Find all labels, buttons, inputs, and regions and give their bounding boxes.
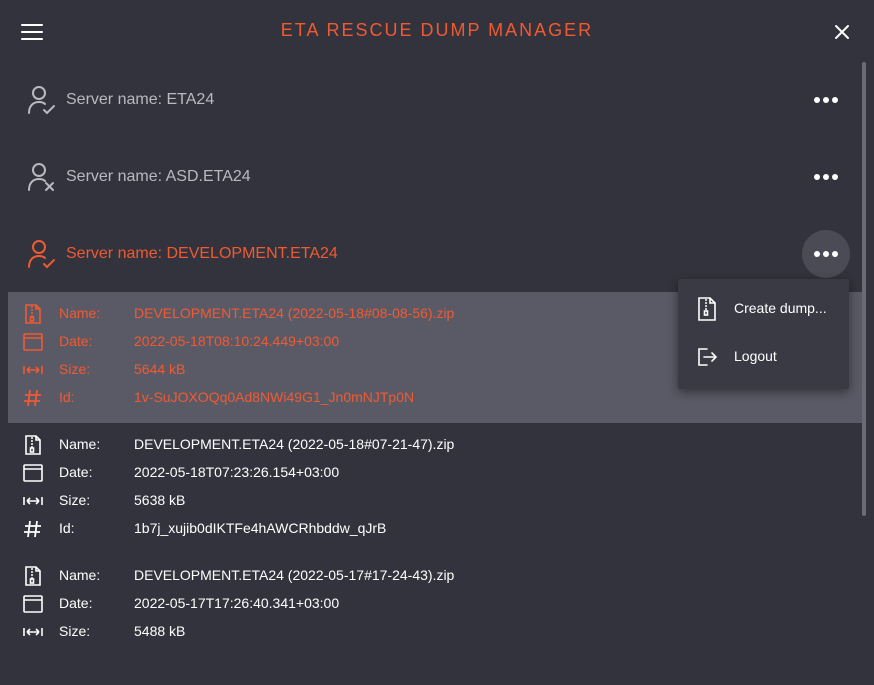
zip-file-icon bbox=[22, 435, 44, 455]
user-x-icon bbox=[26, 161, 58, 195]
name-key: Name: bbox=[59, 305, 101, 321]
dump-size-value: 5638 kB bbox=[134, 492, 186, 508]
date-key: Date: bbox=[59, 464, 93, 480]
more-dot bbox=[832, 174, 838, 180]
size-key: Size: bbox=[59, 492, 91, 508]
dump-date-line: Date: 2022-05-17T17:26:40.341+03:00 bbox=[8, 590, 862, 618]
hash-icon bbox=[22, 519, 44, 539]
dump-id-value: 1b7j_xujib0dIKTFe4hAWCRhbddw_qJrB bbox=[134, 520, 387, 536]
context-menu: Create dump... Logout bbox=[678, 279, 849, 389]
logout-menu-item[interactable]: Logout bbox=[678, 333, 849, 381]
more-dot bbox=[823, 97, 829, 103]
more-dot bbox=[823, 174, 829, 180]
id-key: Id: bbox=[59, 389, 75, 405]
dump-item[interactable]: Name: DEVELOPMENT.ETA24 (2022-05-17#17-2… bbox=[8, 554, 862, 685]
more-dot bbox=[823, 251, 829, 257]
server-row-eta24[interactable]: Server name: ETA24 bbox=[0, 70, 862, 130]
more-options-button[interactable] bbox=[802, 76, 850, 124]
server-name-label: Server name: ASD.ETA24 bbox=[66, 168, 251, 185]
dump-item[interactable]: Name: DEVELOPMENT.ETA24 (2022-05-18#07-2… bbox=[8, 423, 862, 554]
dump-id-value: 1v-SuJOXOQq0Ad8NWi49G1_Jn0mNJTp0N bbox=[134, 389, 415, 405]
more-dot bbox=[832, 251, 838, 257]
dump-id-line: Id: 1b7j_xujib0dIKTFe4hAWCRhbddw_qJrB bbox=[8, 515, 862, 543]
server-row-development-eta24[interactable]: Server name: DEVELOPMENT.ETA24 bbox=[0, 224, 862, 284]
server-name-label: Server name: ETA24 bbox=[66, 91, 215, 108]
dump-name-line: Name: DEVELOPMENT.ETA24 (2022-05-17#17-2… bbox=[8, 562, 862, 590]
size-arrows-icon bbox=[22, 491, 44, 511]
hash-icon bbox=[22, 388, 44, 408]
top-bar: ETA RESCUE DUMP MANAGER bbox=[0, 0, 874, 62]
logout-icon bbox=[696, 345, 718, 369]
dump-date-value: 2022-05-18T07:23:26.154+03:00 bbox=[134, 464, 340, 480]
size-arrows-icon bbox=[22, 622, 44, 642]
dump-name-line: Name: DEVELOPMENT.ETA24 (2022-05-18#07-2… bbox=[8, 431, 862, 459]
more-options-button[interactable] bbox=[802, 153, 850, 201]
dump-size-value: 5488 kB bbox=[134, 623, 186, 639]
more-options-button[interactable] bbox=[802, 230, 850, 278]
app-title: ETA RESCUE DUMP MANAGER bbox=[280, 20, 594, 40]
more-dot bbox=[814, 174, 820, 180]
calendar-icon bbox=[22, 463, 44, 483]
dump-size-line: Size: 5488 kB bbox=[8, 618, 862, 646]
dump-size-line: Size: 5638 kB bbox=[8, 487, 862, 515]
name-key: Name: bbox=[59, 436, 101, 452]
zip-file-icon bbox=[696, 297, 718, 321]
zip-file-icon bbox=[22, 304, 44, 324]
more-dot bbox=[814, 97, 820, 103]
size-arrows-icon bbox=[22, 360, 44, 380]
calendar-icon bbox=[22, 332, 44, 352]
size-key: Size: bbox=[59, 623, 91, 639]
scrollbar[interactable] bbox=[862, 62, 866, 516]
dump-date-line: Date: 2022-05-18T07:23:26.154+03:00 bbox=[8, 459, 862, 487]
create-dump-menu-item[interactable]: Create dump... bbox=[678, 285, 849, 333]
close-icon[interactable] bbox=[832, 22, 852, 42]
date-key: Date: bbox=[59, 333, 93, 349]
dump-date-value: 2022-05-18T08:10:24.449+03:00 bbox=[134, 333, 340, 349]
calendar-icon bbox=[22, 594, 44, 614]
user-check-icon bbox=[26, 238, 58, 272]
size-key: Size: bbox=[59, 361, 91, 377]
user-check-icon bbox=[26, 84, 58, 118]
id-key: Id: bbox=[59, 520, 75, 536]
server-row-asd-eta24[interactable]: Server name: ASD.ETA24 bbox=[0, 147, 862, 207]
dump-name-value: DEVELOPMENT.ETA24 (2022-05-17#17-24-43).… bbox=[134, 567, 455, 583]
dump-date-value: 2022-05-17T17:26:40.341+03:00 bbox=[134, 595, 340, 611]
more-dot bbox=[832, 97, 838, 103]
logout-label: Logout bbox=[734, 348, 777, 364]
dump-name-value: DEVELOPMENT.ETA24 (2022-05-18#07-21-47).… bbox=[134, 436, 455, 452]
zip-file-icon bbox=[22, 566, 44, 586]
name-key: Name: bbox=[59, 567, 101, 583]
create-dump-label: Create dump... bbox=[734, 300, 827, 316]
server-name-label: Server name: DEVELOPMENT.ETA24 bbox=[66, 245, 338, 262]
dump-name-value: DEVELOPMENT.ETA24 (2022-05-18#08-08-56).… bbox=[134, 305, 455, 321]
more-dot bbox=[814, 251, 820, 257]
date-key: Date: bbox=[59, 595, 93, 611]
dump-size-value: 5644 kB bbox=[134, 361, 186, 377]
